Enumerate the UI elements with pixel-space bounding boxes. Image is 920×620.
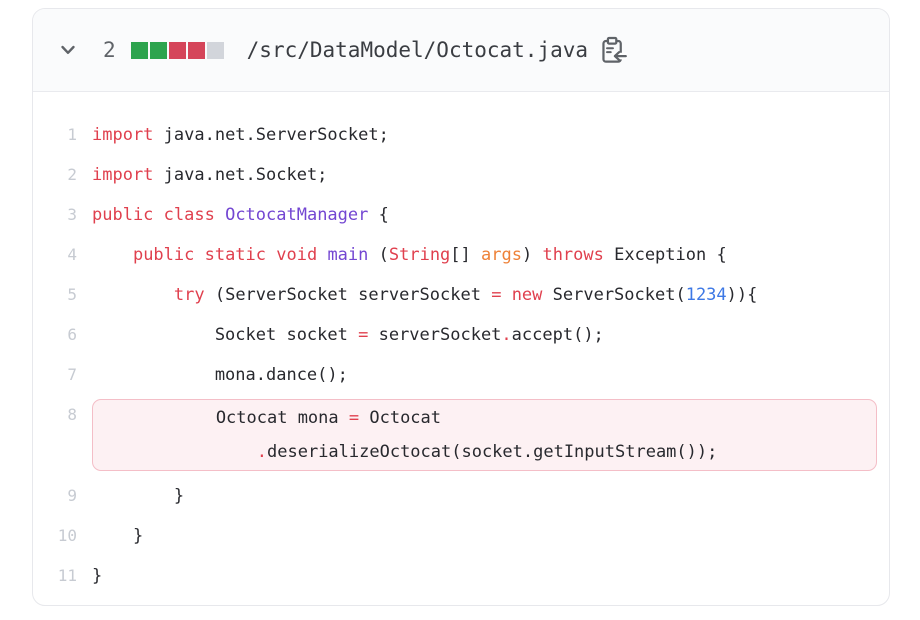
line-number: 3 <box>33 195 77 235</box>
line-number: 2 <box>33 155 77 195</box>
code-line: 8 Octocat mona = Octocat .deserializeOct… <box>33 395 889 476</box>
code-line: 4 public static void main (String[] args… <box>33 235 889 275</box>
code-text: public class OctocatManager { <box>92 195 389 235</box>
line-number: 9 <box>33 476 77 516</box>
code-line: 2 import java.net.Socket; <box>33 155 889 195</box>
code-text: Octocat mona = Octocat <box>93 401 876 435</box>
code-line: 11} <box>33 556 889 596</box>
code-text: } <box>92 476 184 516</box>
code-line: 10 } <box>33 516 889 556</box>
clipboard-copy-icon <box>600 36 627 65</box>
code-text: } <box>92 516 143 556</box>
code-text: import java.net.Socket; <box>92 155 327 195</box>
code-line: 3 public class OctocatManager { <box>33 195 889 235</box>
copy-path-button[interactable] <box>600 36 627 65</box>
line-number: 10 <box>33 516 77 556</box>
diff-stat-block-green <box>150 42 167 59</box>
code-view: 1 import java.net.ServerSocket; 2 import ja… <box>33 92 889 606</box>
code-text: mona.dance(); <box>92 355 348 395</box>
line-number: 4 <box>33 235 77 275</box>
file-header: 2 /src/DataModel/Octocat.java <box>33 9 889 92</box>
diff-stat-block-red <box>188 42 205 59</box>
change-count: 2 <box>103 38 116 62</box>
collapse-file-button[interactable] <box>55 37 81 63</box>
diff-stat-block-red <box>169 42 186 59</box>
code-text: import java.net.ServerSocket; <box>92 115 389 155</box>
code-line: 1 import java.net.ServerSocket; <box>33 115 889 155</box>
code-line: 7 mona.dance(); <box>33 355 889 395</box>
line-number: 5 <box>33 275 77 315</box>
code-line: 5 try (ServerSocket serverSocket = new S… <box>33 275 889 315</box>
code-text: try (ServerSocket serverSocket = new Ser… <box>92 275 757 315</box>
file-diff-card: 2 /src/DataModel/Octocat.java 1 import ja… <box>32 8 890 606</box>
diff-stat-blocks <box>131 42 226 59</box>
diff-stat-block-gray <box>207 42 224 59</box>
file-path: /src/DataModel/Octocat.java <box>247 38 588 62</box>
code-line: 6 Socket socket = serverSocket.accept(); <box>33 315 889 355</box>
line-number: 7 <box>33 355 77 395</box>
code-text: .deserializeOctocat(socket.getInputStrea… <box>93 435 876 469</box>
diff-stat-block-green <box>131 42 148 59</box>
line-number: 1 <box>33 115 77 155</box>
line-number: 11 <box>33 556 77 596</box>
code-line: 9 } <box>33 476 889 516</box>
line-number: 6 <box>33 315 77 355</box>
code-text: } <box>92 556 102 596</box>
code-text: public static void main (String[] args) … <box>92 235 727 275</box>
chevron-down-icon <box>58 40 78 60</box>
line-number: 8 <box>33 395 77 435</box>
error-highlight-box: Octocat mona = Octocat .deserializeOctoc… <box>92 399 877 471</box>
code-text: Socket socket = serverSocket.accept(); <box>92 315 604 355</box>
